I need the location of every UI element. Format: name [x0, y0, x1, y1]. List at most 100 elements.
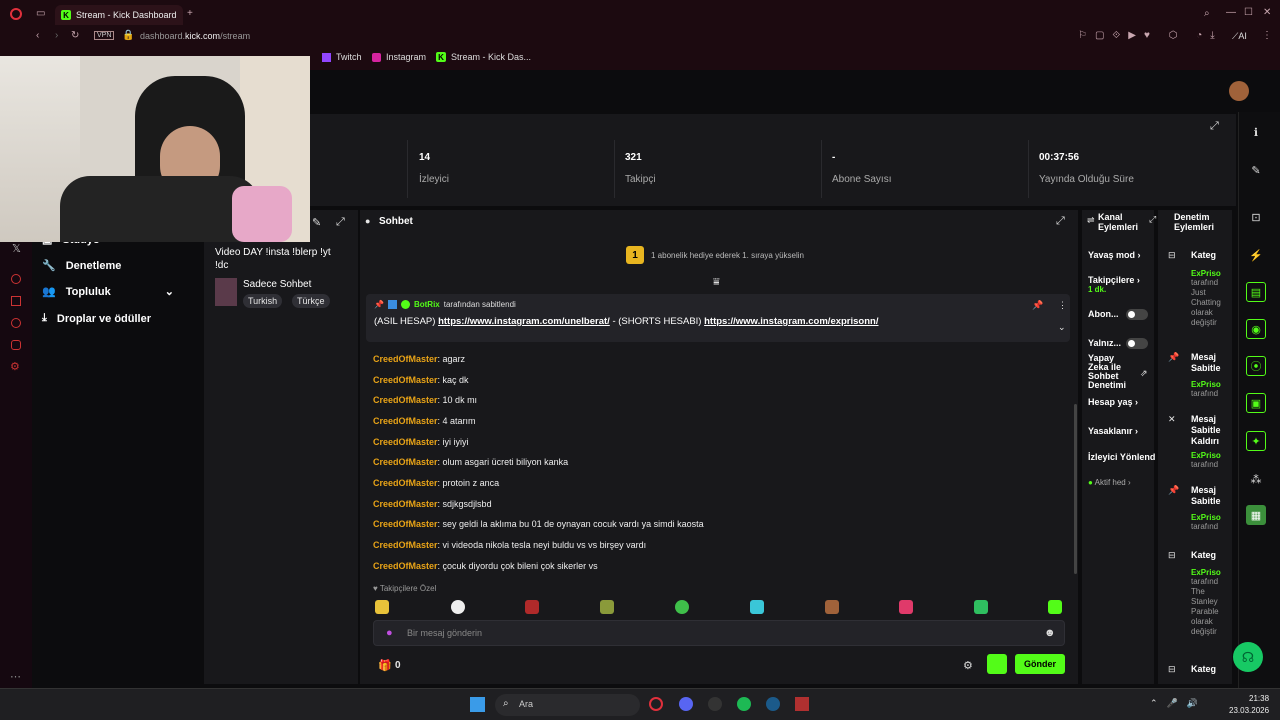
discord-app-icon[interactable] [679, 697, 693, 711]
sidebar-icon-1[interactable] [11, 274, 21, 284]
steam-app-icon[interactable] [766, 697, 780, 711]
opera-logo-icon[interactable] [10, 8, 22, 20]
active-item[interactable]: ● Aktif hed › [1088, 478, 1131, 487]
minimize-icon[interactable]: — [1226, 7, 1236, 18]
chat-message[interactable]: CreedOfMaster: 4 atarım [373, 416, 476, 426]
external-link-icon[interactable]: ⇗ [1140, 368, 1148, 379]
gift-banner[interactable]: 1 abonelik hediye ederek 1. sıraya yükse… [651, 251, 804, 260]
maximize-icon[interactable]: ☐ [1244, 7, 1253, 18]
followers-mode-item[interactable]: Takipçilere › 1 dk. [1088, 275, 1140, 294]
menu-icon[interactable]: ⋮ [1262, 30, 1272, 41]
reload-icon[interactable]: ↻ [71, 30, 79, 41]
bans-item[interactable]: Yasaklanır › [1088, 426, 1138, 436]
tag[interactable]: Türkçe [292, 294, 330, 308]
app-icon[interactable] [795, 697, 809, 711]
chat-message[interactable]: CreedOfMaster: protoin z anca [373, 478, 499, 488]
info-icon[interactable]: ℹ [1246, 122, 1266, 142]
tray-icons[interactable]: ⌃🎤🔊 [1150, 698, 1207, 709]
address-url[interactable]: dashboard.kick.com/stream [140, 31, 250, 41]
pinned-link[interactable]: https://www.instagram.com/unelberat/ [438, 316, 610, 327]
windows-start-icon[interactable] [470, 697, 485, 712]
kick-bot-icon[interactable] [987, 654, 1007, 674]
chat-message[interactable]: CreedOfMaster: 10 dk mı [373, 395, 477, 405]
chat-icon[interactable]: ◉ [1246, 319, 1266, 339]
layout-icon[interactable]: ▣ [1246, 393, 1266, 413]
expand-icon[interactable]: ⤢ [1149, 214, 1156, 225]
emote[interactable] [750, 600, 764, 614]
emoji-icon[interactable]: ☻ [1044, 627, 1056, 639]
points-icon[interactable]: 🎁 [378, 659, 392, 672]
chat-message[interactable]: CreedOfMaster: sdjkgsdjlsbd [373, 499, 492, 509]
emote[interactable] [974, 600, 988, 614]
emote[interactable] [600, 600, 614, 614]
pinned-link[interactable]: https://www.instagram.com/exprisonn/ [704, 316, 878, 327]
ai-moderation-item[interactable]: Yapay Zeka ile Sohbet Denetimi [1088, 354, 1132, 390]
mic-icon[interactable]: ● [386, 627, 393, 639]
app-icon[interactable] [708, 697, 722, 711]
emote[interactable] [899, 600, 913, 614]
emote[interactable] [525, 600, 539, 614]
chevron-down-icon[interactable]: ⌄ [1058, 322, 1066, 333]
filter-icon[interactable]: ⩸ [713, 276, 720, 289]
capture-icon[interactable]: ⊡ [1246, 207, 1266, 227]
emote[interactable] [1048, 600, 1062, 614]
send-button[interactable]: Gönder [1015, 654, 1065, 674]
chat-message[interactable]: CreedOfMaster: iyi iyiyi [373, 437, 469, 447]
emote[interactable] [825, 600, 839, 614]
action-entry[interactable]: ⊟ Kateg ExPriso tarafınd Just Chatting olar… [1168, 250, 1221, 328]
chat-scrollbar[interactable] [1074, 404, 1077, 574]
nav-community[interactable]: 👥 Topluluk ⌄ [42, 285, 174, 299]
toggle-switch[interactable] [1126, 309, 1148, 320]
subscribers-toggle-item[interactable]: Abon... [1088, 309, 1119, 319]
expand-icon[interactable]: ⤢ [1056, 215, 1065, 228]
browser-tab[interactable]: K Stream - Kick Dashboard [55, 5, 183, 25]
bookmark-kick[interactable]: K Stream - Kick Das... [436, 52, 531, 62]
chat-message[interactable]: CreedOfMaster: agarz [373, 354, 465, 364]
search-tabs-icon[interactable]: ⌕ [1204, 8, 1210, 19]
spotify-app-icon[interactable] [737, 697, 751, 711]
only-toggle-item[interactable]: Yalnız... [1088, 338, 1121, 348]
close-icon[interactable]: ✕ [1263, 7, 1271, 18]
clock-time[interactable]: 21:38 [1249, 694, 1269, 703]
account-age-item[interactable]: Hesap yaş › [1088, 397, 1138, 407]
opera-app-icon[interactable] [649, 697, 663, 711]
toggle-switch[interactable] [1126, 338, 1148, 349]
avatar[interactable] [1229, 81, 1249, 101]
emote[interactable] [451, 600, 465, 614]
support-button[interactable]: ☊ [1233, 642, 1263, 672]
workspaces-icon[interactable]: ▭ [36, 8, 45, 19]
sidebar-more-icon[interactable]: ⋯ [10, 670, 21, 683]
pinned-message[interactable]: 📌 BotRix tarafından sabitlendi (ASIL HES… [366, 294, 1070, 342]
action-entry[interactable]: 📌 Mesaj Sabitle ExPriso tarafınd [1168, 485, 1221, 531]
sidebar-icon-2[interactable] [11, 296, 21, 306]
x-icon[interactable]: 𝕏 [12, 242, 21, 255]
bolt-icon[interactable]: ⚡ [1246, 245, 1266, 265]
clock-date[interactable]: 23.03.2026 [1229, 706, 1269, 715]
chat-message[interactable]: CreedOfMaster: kaç dk [373, 375, 469, 385]
back-icon[interactable]: ‹ [36, 30, 39, 41]
expand-icon[interactable]: ⤢ [1210, 120, 1219, 133]
action-entry[interactable]: 📌 Mesaj Sabitle ExPriso tarafınd [1168, 352, 1221, 398]
emote[interactable] [675, 600, 689, 614]
tag[interactable]: Turkish [243, 294, 283, 308]
slow-mode-item[interactable]: Yavaş mod › [1088, 250, 1141, 260]
chat-message[interactable]: CreedOfMaster: olum asgari ücreti biliyo… [373, 457, 568, 467]
bookmark-twitch[interactable]: Twitch [322, 52, 362, 62]
edit-icon[interactable]: ✎ [1246, 160, 1266, 180]
action-entry[interactable]: ⊟ Kateg ExPriso tarafınd The Stanley Parabl… [1168, 550, 1221, 637]
nav-moderation[interactable]: 🔧 Denetleme [42, 259, 121, 273]
new-tab-icon[interactable]: + [187, 8, 193, 19]
bookmark-instagram[interactable]: Instagram [372, 52, 426, 62]
chat-message[interactable]: CreedOfMaster: vi videoda nikola tesla n… [373, 540, 646, 550]
extensions-icons[interactable]: ⚐▢⟐▶♥ ⬡ ◔⤓ [1078, 30, 1223, 41]
message-input[interactable]: ● Bir mesaj gönderin ☻ [373, 620, 1065, 646]
taskbar-search[interactable]: ⌕ Ara [495, 694, 640, 716]
app-icon[interactable]: ▦ [1246, 505, 1266, 525]
nodes-icon[interactable]: ⁂ [1246, 469, 1266, 489]
wrench-icon[interactable]: ✦ [1246, 431, 1266, 451]
chat-message[interactable]: CreedOfMaster: sey geldi la aklıma bu 01… [373, 519, 704, 529]
edit-icon[interactable]: ✎ [312, 216, 321, 229]
viewer-mgmt-item[interactable]: İzleyici Yönlend [1088, 452, 1155, 462]
emote[interactable] [375, 600, 389, 614]
unpin-icon[interactable]: 📌 [1032, 300, 1043, 311]
